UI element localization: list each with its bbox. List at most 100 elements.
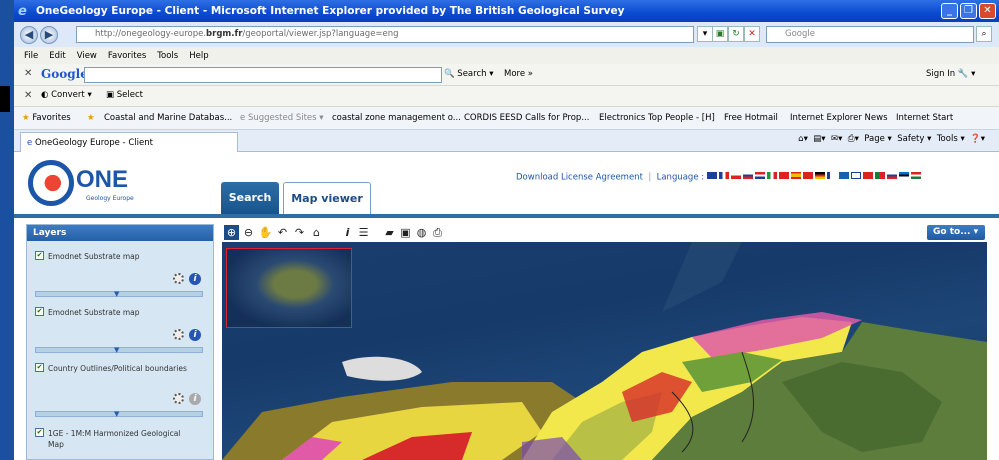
- web-page: ONE Geology Europe Download License Agre…: [14, 152, 999, 460]
- menu-help[interactable]: Help: [189, 51, 208, 61]
- maximize-button[interactable]: ❐: [960, 3, 977, 19]
- address-dropdown-icon[interactable]: ▾: [697, 26, 713, 42]
- command-bar: ⌂▾ ▤▾ ✉▾ ⎙▾ Page ▾ Safety ▾ Tools ▾ ❓▾: [798, 134, 985, 144]
- google-search-button[interactable]: 🔍 Search ▾: [444, 69, 493, 79]
- fav-link-czm[interactable]: coastal zone management o...: [332, 113, 461, 123]
- select-button[interactable]: ▣ Select: [106, 90, 143, 100]
- opacity-slider[interactable]: ▼: [35, 410, 203, 418]
- slider-handle-icon[interactable]: ▼: [114, 410, 122, 418]
- home-icon[interactable]: ⌂▾: [798, 134, 808, 144]
- map-viewer[interactable]: [222, 242, 987, 460]
- favorites-button[interactable]: ★ Favorites: [22, 113, 71, 123]
- layer-item: ✔ Emodnet Substrate map: [35, 251, 140, 261]
- menu-file[interactable]: File: [24, 51, 38, 61]
- google-more-button[interactable]: More »: [504, 69, 533, 79]
- browser-tab[interactable]: e OneGeology Europe - Client: [20, 132, 238, 152]
- overview-map[interactable]: [226, 248, 352, 328]
- close-convert-icon[interactable]: ✕: [24, 90, 32, 101]
- language-flags[interactable]: [706, 172, 923, 182]
- save-icon[interactable]: ▣: [398, 225, 413, 240]
- pan-hand-icon[interactable]: ✋: [258, 225, 273, 240]
- convert-button[interactable]: ◐ Convert ▾: [41, 90, 92, 100]
- home-extent-icon[interactable]: ⌂: [309, 225, 324, 240]
- google-toolbar: ✕ Google 🔍 Search ▾ More » Sign In 🔧 ▾: [14, 64, 999, 86]
- fav-link-hotmail[interactable]: Free Hotmail: [724, 113, 778, 123]
- zoom-in-icon[interactable]: ⊕: [224, 225, 239, 240]
- google-search-input[interactable]: [84, 67, 442, 83]
- fav-link-cordis[interactable]: CORDIS EESD Calls for Prop...: [464, 113, 589, 123]
- page-menu[interactable]: Page ▾: [864, 134, 892, 144]
- google-logo: Google: [41, 67, 88, 81]
- layers-panel: Layers ✔ Emodnet Substrate map i ▼ ✔ Emodn…: [26, 224, 214, 460]
- search-box[interactable]: Google: [766, 26, 974, 43]
- window-title: OneGeology Europe - Client - Microsoft I…: [36, 5, 625, 17]
- slider-handle-icon[interactable]: ▼: [114, 290, 122, 298]
- legend-icon[interactable]: ☰: [356, 225, 371, 240]
- goto-dropdown[interactable]: Go to... ▾: [927, 225, 985, 240]
- close-toolbar-icon[interactable]: ✕: [24, 68, 32, 79]
- download-license-link[interactable]: Download License Agreement: [516, 173, 643, 183]
- forward-button[interactable]: ▶: [40, 25, 58, 44]
- mail-icon[interactable]: ✉▾: [831, 134, 842, 144]
- fav-link-electronics[interactable]: Electronics Top People - [H]: [599, 113, 715, 123]
- tab-map-viewer[interactable]: Map viewer: [283, 182, 371, 214]
- search-go-icon[interactable]: ⌕: [976, 26, 992, 42]
- language-label: Language :: [656, 172, 705, 183]
- menu-edit[interactable]: Edit: [49, 51, 65, 61]
- redo-icon[interactable]: ↷: [292, 225, 307, 240]
- tools-menu[interactable]: Tools ▾: [937, 134, 965, 144]
- favorites-bar: ★ Favorites ★ Coastal and Marine Databas…: [14, 107, 999, 130]
- menu-view[interactable]: View: [77, 51, 97, 61]
- slider-handle-icon[interactable]: ▼: [114, 346, 122, 354]
- back-button[interactable]: ◀: [20, 25, 38, 44]
- open-icon[interactable]: ▰: [382, 225, 397, 240]
- stop-icon[interactable]: ✕: [744, 26, 760, 42]
- compat-view-icon[interactable]: ▣: [712, 26, 728, 42]
- menu-tools[interactable]: Tools: [157, 51, 178, 61]
- print-map-icon[interactable]: ⎙: [430, 225, 445, 240]
- layer-checkbox[interactable]: ✔: [35, 428, 44, 437]
- layer-checkbox[interactable]: ✔: [35, 251, 44, 260]
- google-signin-button[interactable]: Sign In 🔧 ▾: [926, 69, 975, 79]
- menu-favorites[interactable]: Favorites: [108, 51, 146, 61]
- window-title-bar[interactable]: e OneGeology Europe - Client - Microsoft…: [14, 0, 999, 22]
- opacity-slider[interactable]: ▼: [35, 346, 203, 354]
- ie-logo-icon: e: [18, 4, 27, 19]
- globe-icon[interactable]: ◍: [414, 225, 429, 240]
- onegeology-logo[interactable]: ONE Geology Europe: [28, 160, 148, 208]
- fav-link-ie-start[interactable]: Internet Start: [896, 113, 953, 123]
- opacity-slider[interactable]: ▼: [35, 290, 203, 298]
- info-tool-icon[interactable]: i: [340, 225, 355, 240]
- layer-checkbox[interactable]: ✔: [35, 363, 44, 372]
- layer-info-icon[interactable]: i: [189, 329, 201, 341]
- feeds-icon[interactable]: ▤▾: [813, 134, 825, 144]
- layer-checkbox[interactable]: ✔: [35, 307, 44, 316]
- map-toolbar: ⊕ ⊖ ✋ ↶ ↷ ⌂ i ☰ ▰ ▣ ◍ ⎙ Go to... ▾: [222, 224, 987, 242]
- layer-settings-icon[interactable]: [173, 329, 184, 340]
- help-icon[interactable]: ❓▾: [970, 134, 985, 144]
- layer-item: ✔ Emodnet Substrate map: [35, 307, 140, 317]
- add-favorite-icon[interactable]: ★: [87, 113, 95, 123]
- desktop-edge: [0, 0, 14, 460]
- menu-bar: File Edit View Favorites Tools Help: [14, 47, 999, 64]
- layers-header: Layers: [27, 225, 213, 241]
- layer-settings-icon[interactable]: [173, 393, 184, 404]
- layer-item: ✔ Country Outlines/Political boundaries: [35, 363, 187, 373]
- layer-settings-icon[interactable]: [173, 273, 184, 284]
- minimize-button[interactable]: _: [941, 3, 958, 19]
- layer-info-icon[interactable]: i: [189, 273, 201, 285]
- fav-link-suggested[interactable]: e Suggested Sites ▾: [240, 113, 324, 123]
- fav-link-ie-news[interactable]: Internet Explorer News: [790, 113, 888, 123]
- close-button[interactable]: ✕: [979, 3, 996, 19]
- layer-info-icon[interactable]: i: [189, 393, 201, 405]
- refresh-icon[interactable]: ↻: [728, 26, 744, 42]
- zoom-out-icon[interactable]: ⊖: [241, 225, 256, 240]
- fav-link-coastal[interactable]: Coastal and Marine Databas...: [104, 113, 232, 123]
- undo-icon[interactable]: ↶: [275, 225, 290, 240]
- address-input[interactable]: http://onegeology-europe.brgm.fr/geoport…: [76, 26, 694, 43]
- tab-search[interactable]: Search: [221, 182, 279, 214]
- convert-toolbar: ✕ ◐ Convert ▾ ▣ Select: [14, 86, 999, 107]
- print-icon[interactable]: ⎙▾: [848, 134, 859, 144]
- address-bar-row: ◀ ▶ http://onegeology-europe.brgm.fr/geo…: [14, 22, 999, 47]
- safety-menu[interactable]: Safety ▾: [897, 134, 931, 144]
